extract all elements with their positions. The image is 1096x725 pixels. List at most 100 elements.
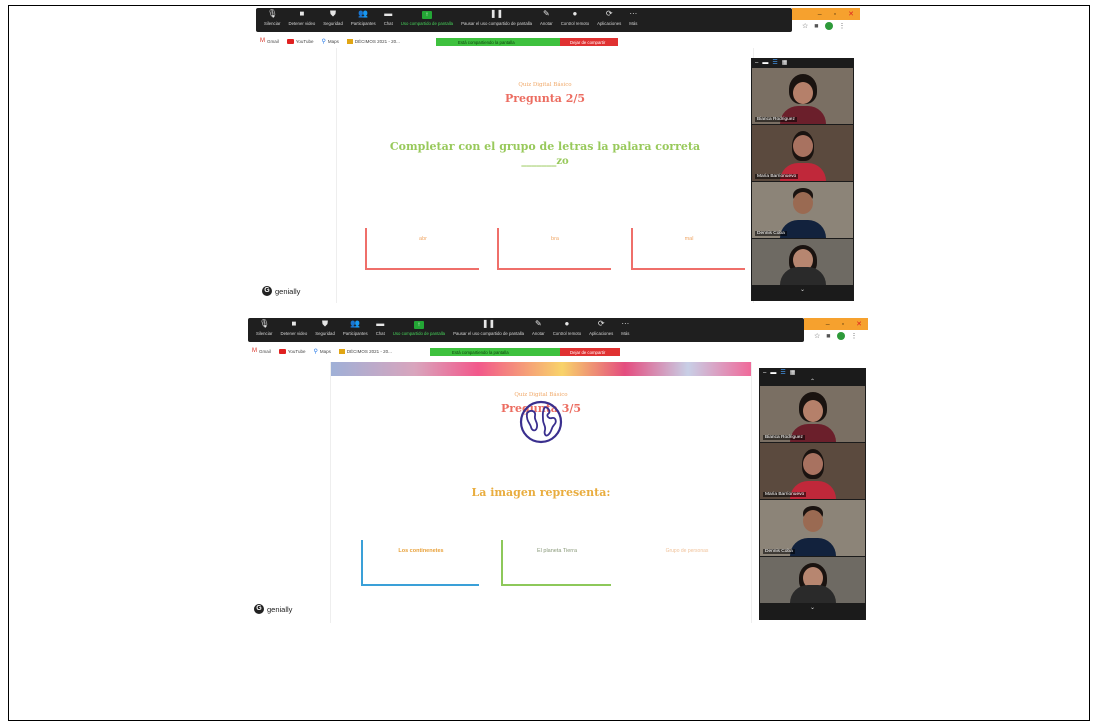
stop-sharing-button[interactable]: Dejar de compartir [560,38,618,46]
question-prompt: Completar con el grupo de letras la pala… [389,140,701,153]
pencil-icon: ✎ [543,9,550,18]
remote-control-button[interactable]: ● Control remoto [549,318,585,342]
bookmark-gmail[interactable]: M Gmail [260,38,279,44]
close-button[interactable]: ✕ [856,321,862,328]
question-prompt: La imagen representa: [471,486,611,499]
question-title: Pregunta 2/5 [504,92,586,105]
answer-option[interactable]: abr [365,228,479,270]
pencil-icon: ✎ [535,319,542,328]
share-screen-icon: ↑ [413,321,424,329]
profile-avatar[interactable] [836,332,845,340]
minimize-button[interactable]: – [826,321,830,328]
chat-button[interactable]: ▬ Chat [372,318,389,342]
stop-sharing-button[interactable]: Dejar de compartir [560,348,620,356]
strip-view-icon[interactable]: ▬ [770,370,776,376]
strip-view-icon[interactable]: ▬ [762,60,768,66]
more-button[interactable]: ··· Más [625,8,641,32]
maximize-button[interactable]: ▫ [834,11,836,18]
pause-share-button[interactable]: ❚❚ Pausar el uso compartido de pantalla [457,8,536,32]
chat-button[interactable]: ▬ Chat [380,8,397,32]
participant-video[interactable]: Maria Barrionuevo [760,443,865,499]
gmail-icon: M [252,348,257,354]
browser-toolbar-right: ☆ ■ ⋮ [802,22,846,30]
participants-button[interactable]: 👥 Participantes [339,318,372,342]
chevron-down-icon[interactable]: ⌄ [759,604,866,612]
bookmark-youtube[interactable]: YouTube [278,348,305,354]
security-button[interactable]: ⛊ Seguridad [311,318,339,342]
annotate-button[interactable]: ✎ Anotar [528,318,549,342]
apps-icon: ⟳ [605,9,613,18]
participants-button[interactable]: 👥 Participantes [347,8,380,32]
star-icon[interactable]: ☆ [814,332,820,340]
gallery-controls: – ▬ ☰ ▦ [751,58,854,68]
participant-video[interactable]: Bianca Rodriguez [752,68,853,124]
speaker-view-icon[interactable]: ☰ [772,60,777,66]
remote-control-button[interactable]: ● Control remoto [557,8,593,32]
gmail-icon: M [260,38,265,44]
share-screen-button[interactable]: ↑ Uso compartido de pantalla [389,318,449,342]
annotate-button[interactable]: ✎ Anotar [536,8,557,32]
minimize-gallery-icon[interactable]: – [763,370,766,376]
profile-avatar[interactable] [824,22,833,30]
bookmark-maps[interactable]: ⚲ Maps [321,38,338,45]
menu-icon[interactable]: ⋮ [839,22,846,30]
microphone-icon: 🎙 [267,9,278,18]
close-button[interactable]: ✕ [848,11,854,18]
menu-icon[interactable]: ⋮ [851,332,858,340]
speaker-view-icon[interactable]: ☰ [780,370,785,376]
mute-button[interactable]: 🎙 Silenciar [252,318,276,342]
tab-icon[interactable]: ■ [814,23,818,30]
more-button[interactable]: ··· Más [617,318,633,342]
bookmark-maps[interactable]: ⚲ Maps [313,348,330,355]
chat-icon: ▬ [384,9,393,18]
youtube-icon [286,38,294,44]
minimize-gallery-icon[interactable]: – [755,60,758,66]
participant-face [802,453,823,475]
participant-video[interactable]: Bianca Rodriguez [760,386,865,442]
answer-option[interactable]: mal [631,228,745,270]
participant-video[interactable] [752,239,853,285]
folder-icon [346,38,353,44]
gallery-controls: – ▬ ☰ ▦ [759,368,866,378]
bookmark-youtube[interactable]: YouTube [286,38,313,44]
maximize-button[interactable]: ▫ [842,321,844,328]
bookmark-gmail[interactable]: M Gmail [252,348,271,354]
grid-view-icon[interactable]: ▦ [790,370,796,376]
participant-video[interactable]: Maria Barrionuevo [752,125,853,181]
participant-video[interactable]: Dennis Coba [752,182,853,238]
genially-g-icon: G [254,604,264,614]
window-controls: – ▫ ✕ [804,318,868,330]
participant-video[interactable] [760,557,865,603]
shield-icon: ⛊ [322,319,329,328]
security-button[interactable]: ⛊ Seguridad [319,8,347,32]
grid-view-icon[interactable]: ▦ [782,60,788,66]
pause-share-button[interactable]: ❚❚ Pausar el uso compartido de pantalla [449,318,528,342]
star-icon[interactable]: ☆ [802,22,808,30]
answer-option[interactable]: Los continenetes [361,540,479,586]
answer-option[interactable]: El planeta Tierra [501,540,611,586]
answer-option[interactable]: Grupo de personas [631,540,741,586]
minimize-button[interactable]: – [818,11,822,18]
participant-video[interactable]: Dennis Coba [760,500,865,556]
mute-button[interactable]: 🎙 Silenciar [260,8,284,32]
tab-icon[interactable]: ■ [826,333,830,340]
microphone-icon: 🎙 [259,319,270,328]
apps-button[interactable]: ⟳ Aplicaciones [585,318,617,342]
participant-face [802,510,823,532]
pause-icon: ❚❚ [481,319,496,328]
chevron-up-icon[interactable]: ⌃ [759,378,866,386]
stop-video-button[interactable]: ■ Detener video [284,8,319,32]
chevron-down-icon[interactable]: ⌄ [751,286,854,294]
participants-icon: 👥 [350,319,361,328]
genially-logo: Ggenially [254,604,292,614]
video-gallery: – ▬ ☰ ▦ Bianca Rodriguez Maria Barrionue… [751,58,854,301]
stop-video-button[interactable]: ■ Detener video [276,318,311,342]
bookmark-folder[interactable]: DÉCIMOS 2021 - 20... [338,348,392,354]
apps-button[interactable]: ⟳ Aplicaciones [593,8,625,32]
globe-icon [519,400,563,444]
answer-option[interactable]: bra [497,228,611,270]
share-screen-button[interactable]: ↑ Uso compartido de pantalla [397,8,457,32]
bookmark-folder[interactable]: DÉCIMOS 2021 - 20... [346,38,400,44]
world-map-banner [331,362,751,376]
video-gallery: – ▬ ☰ ▦ ⌃ Bianca Rodriguez Maria Barrion… [759,368,866,620]
